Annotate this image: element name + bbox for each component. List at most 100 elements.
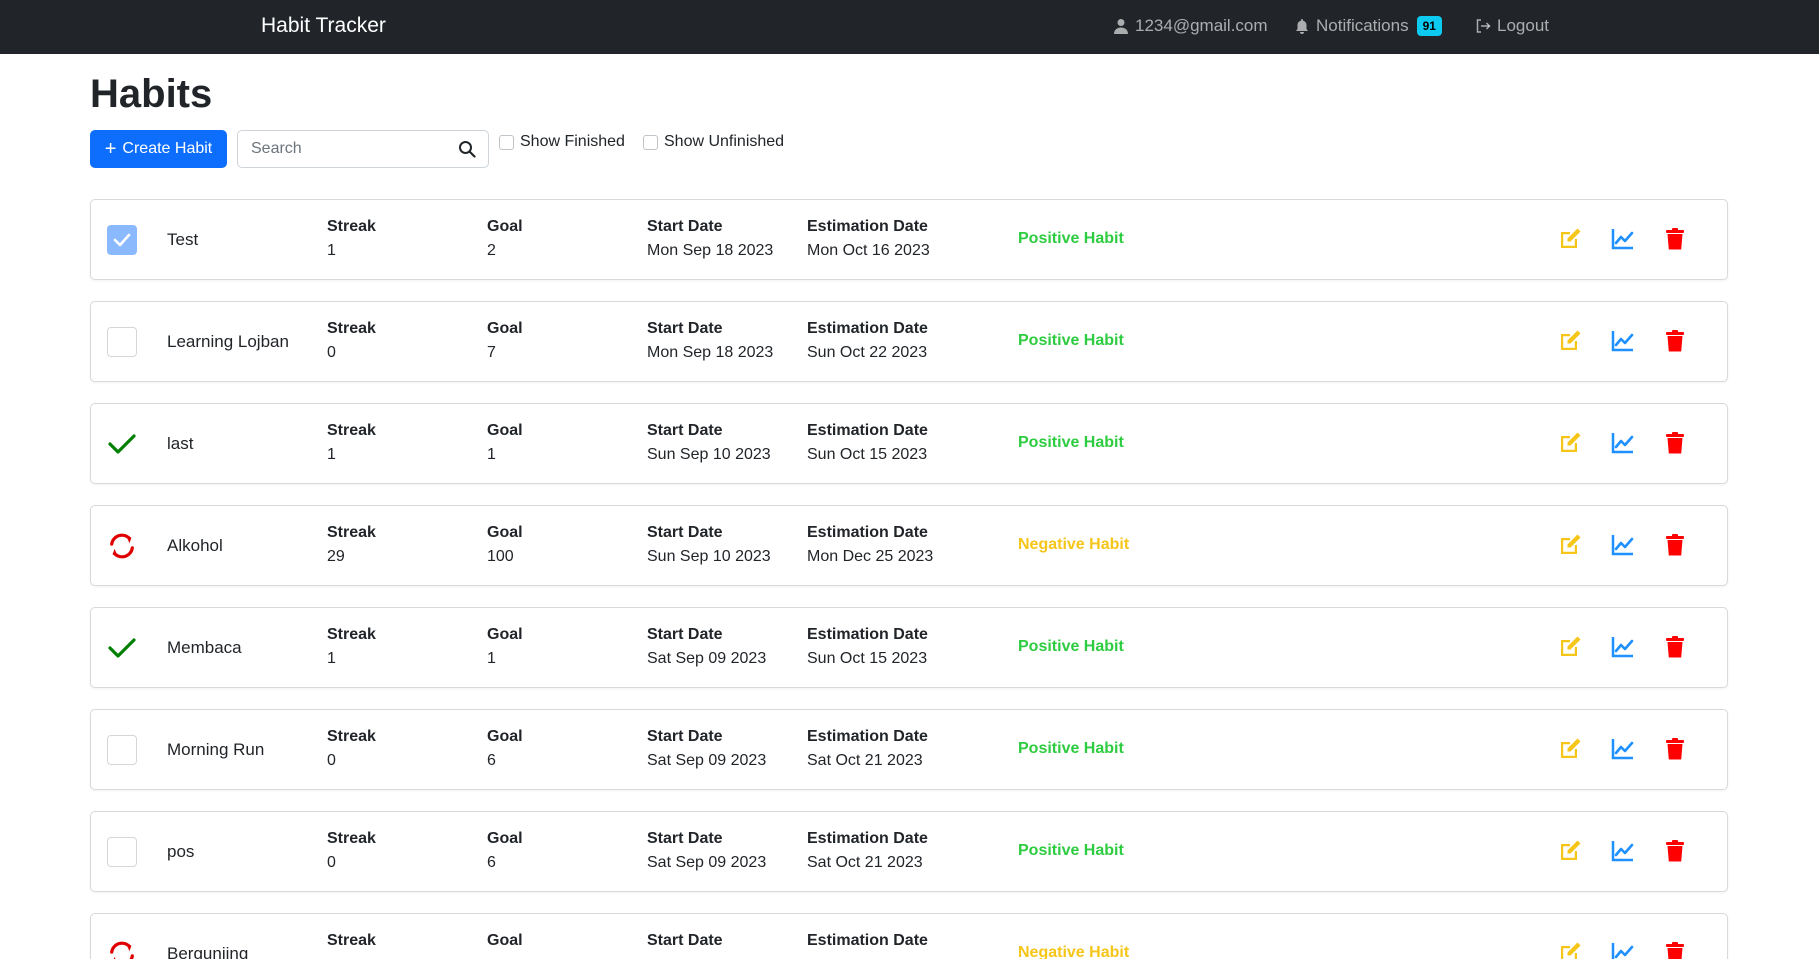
- habit-name: pos: [167, 842, 195, 861]
- edit-icon[interactable]: [1555, 632, 1585, 662]
- habit-checkbox[interactable]: [107, 735, 137, 765]
- repeat-icon[interactable]: [107, 939, 137, 959]
- habit-status: [107, 633, 137, 663]
- trash-icon[interactable]: [1660, 836, 1690, 866]
- chart-line-icon[interactable]: [1608, 836, 1638, 866]
- edit-icon[interactable]: [1555, 224, 1585, 254]
- start-date-value: Sat Sep 09 2023: [647, 752, 767, 769]
- repeat-icon[interactable]: [107, 531, 137, 561]
- user-email: 1234@gmail.com: [1135, 16, 1268, 35]
- habit-type: Positive Habit: [1018, 434, 1124, 451]
- habit-checkbox[interactable]: [107, 327, 137, 357]
- estimation-date-column: Estimation Date: [807, 932, 928, 956]
- habit-type: Positive Habit: [1018, 740, 1124, 757]
- goal-label: Goal: [487, 218, 523, 235]
- edit-icon[interactable]: [1555, 326, 1585, 356]
- edit-icon[interactable]: [1555, 530, 1585, 560]
- trash-icon[interactable]: [1660, 632, 1690, 662]
- estimation-date-column: Estimation Date Sun Oct 15 2023: [807, 422, 928, 464]
- streak-column: Streak 29: [327, 524, 376, 566]
- check-icon: [108, 638, 136, 658]
- start-date-value: Sat Sep 09 2023: [647, 854, 767, 871]
- goal-column: Goal 1: [487, 422, 523, 464]
- filter-finished-checkbox[interactable]: [499, 134, 514, 150]
- estimation-date-label: Estimation Date: [807, 626, 928, 643]
- estimation-date-label: Estimation Date: [807, 830, 928, 847]
- start-date-column: Start Date: [647, 932, 723, 956]
- habit-card: Membaca Streak 1 Goal 1 Start Date Sat Sep 09 …: [90, 607, 1728, 688]
- habit-name: Morning Run: [167, 740, 265, 759]
- chart-line-icon[interactable]: [1608, 734, 1638, 764]
- streak-label: Streak: [327, 320, 376, 337]
- start-date-label: Start Date: [647, 932, 723, 949]
- search-icon[interactable]: [458, 140, 476, 158]
- habit-name: Learning Lojban: [167, 332, 289, 351]
- start-date-column: Start Date Sun Sep 10 2023: [647, 524, 771, 566]
- goal-label: Goal: [487, 320, 523, 337]
- trash-icon[interactable]: [1660, 326, 1690, 356]
- streak-label: Streak: [327, 218, 376, 235]
- habit-checkbox[interactable]: [107, 837, 137, 867]
- goal-column: Goal: [487, 932, 523, 956]
- goal-value: 6: [487, 752, 496, 769]
- start-date-label: Start Date: [647, 320, 723, 337]
- toolbar: + Create Habit Show Finished Show Unfini…: [90, 130, 1690, 168]
- streak-label: Streak: [327, 932, 376, 949]
- streak-label: Streak: [327, 728, 376, 745]
- start-date-column: Start Date Sun Sep 10 2023: [647, 422, 771, 464]
- trash-icon[interactable]: [1660, 734, 1690, 764]
- estimation-date-label: Estimation Date: [807, 524, 928, 541]
- estimation-date-label: Estimation Date: [807, 422, 928, 439]
- estimation-date-value: Mon Dec 25 2023: [807, 548, 934, 565]
- trash-icon[interactable]: [1660, 224, 1690, 254]
- edit-icon[interactable]: [1555, 836, 1585, 866]
- goal-value: 1: [487, 650, 496, 667]
- filter-unfinished[interactable]: Show Unfinished: [643, 133, 784, 151]
- edit-icon[interactable]: [1555, 938, 1585, 959]
- chart-line-icon[interactable]: [1608, 632, 1638, 662]
- chart-line-icon[interactable]: [1608, 224, 1638, 254]
- habit-type: Positive Habit: [1018, 638, 1124, 655]
- streak-value: 1: [327, 446, 336, 463]
- edit-icon[interactable]: [1555, 734, 1585, 764]
- goal-column: Goal 6: [487, 830, 523, 872]
- filter-unfinished-checkbox[interactable]: [643, 134, 658, 150]
- goal-label: Goal: [487, 626, 523, 643]
- habit-checkbox-checked[interactable]: [107, 225, 137, 255]
- goal-column: Goal 1: [487, 626, 523, 668]
- create-habit-button[interactable]: + Create Habit: [90, 130, 227, 168]
- chart-line-icon[interactable]: [1608, 326, 1638, 356]
- nav-logout[interactable]: Logout: [1475, 16, 1549, 36]
- habit-card: pos Streak 0 Goal 6 Start Date Sat Sep 09 2023…: [90, 811, 1728, 892]
- estimation-date-value: Sun Oct 15 2023: [807, 446, 928, 463]
- streak-column: Streak 0: [327, 830, 376, 872]
- streak-column: Streak 1: [327, 626, 376, 668]
- nav-user[interactable]: 1234@gmail.com: [1113, 16, 1268, 36]
- estimation-date-value: Sat Oct 21 2023: [807, 854, 923, 871]
- navbar: Habit Tracker 1234@gmail.com Notificatio…: [0, 0, 1819, 54]
- goal-label: Goal: [487, 932, 523, 949]
- trash-icon[interactable]: [1660, 428, 1690, 458]
- start-date-value: Sat Sep 09 2023: [647, 650, 767, 667]
- edit-icon[interactable]: [1555, 428, 1585, 458]
- filter-unfinished-label: Show Unfinished: [664, 133, 785, 150]
- chart-line-icon[interactable]: [1608, 428, 1638, 458]
- chart-line-icon[interactable]: [1608, 938, 1638, 959]
- goal-label: Goal: [487, 830, 523, 847]
- start-date-value: Mon Sep 18 2023: [647, 344, 774, 361]
- chart-line-icon[interactable]: [1608, 530, 1638, 560]
- streak-value: 0: [327, 752, 336, 769]
- trash-icon[interactable]: [1660, 530, 1690, 560]
- streak-column: Streak 1: [327, 422, 376, 464]
- filter-finished[interactable]: Show Finished: [499, 133, 625, 151]
- goal-column: Goal 2: [487, 218, 523, 260]
- trash-icon[interactable]: [1660, 938, 1690, 959]
- create-habit-label: Create Habit: [122, 140, 213, 157]
- search-input[interactable]: [238, 131, 448, 167]
- start-date-label: Start Date: [647, 728, 723, 745]
- nav-notifications[interactable]: Notifications 91: [1294, 16, 1442, 36]
- streak-value: 1: [327, 242, 336, 259]
- streak-value: 29: [327, 548, 345, 565]
- streak-label: Streak: [327, 626, 376, 643]
- brand-title[interactable]: Habit Tracker: [261, 14, 386, 38]
